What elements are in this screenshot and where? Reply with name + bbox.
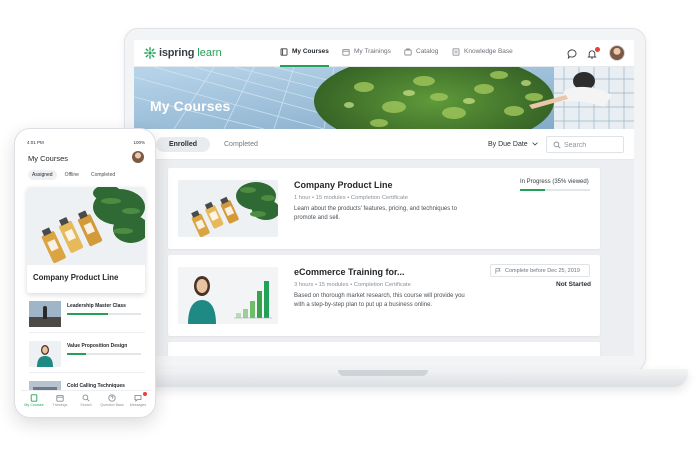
knowledge-base-icon [452, 48, 460, 56]
tab-enrolled[interactable]: Enrolled [156, 137, 210, 152]
mobile-user-avatar[interactable] [132, 151, 144, 163]
course-thumbnail [178, 180, 278, 237]
bottom-nav-label: Question Base [100, 403, 124, 407]
list-item-progress [67, 353, 141, 355]
course-description: Learn about the products' features, pric… [294, 206, 457, 221]
nav-tab-my-trainings[interactable]: My Trainings [342, 48, 391, 67]
my-courses-banner: My Courses [134, 67, 634, 129]
nav-tab-label: Catalog [416, 48, 439, 55]
status-time: 4:01 PM [27, 140, 44, 145]
list-item-title: Value Proposition Design [67, 343, 128, 349]
list-item-title: Leadership Master Class [67, 303, 126, 309]
user-avatar[interactable] [609, 45, 625, 61]
bottom-nav-label: My Courses [24, 403, 44, 407]
search-input[interactable] [564, 140, 622, 150]
bottom-nav-label: Trainings [52, 403, 68, 407]
question-icon [108, 394, 116, 402]
course-status: Not Started [556, 281, 592, 288]
search-icon [82, 394, 90, 402]
calendar-icon [56, 394, 64, 402]
nav-tab-knowledge-base[interactable]: Knowledge Base [452, 48, 513, 67]
course-status: In Progress (35% viewed) [520, 179, 589, 185]
chat-icon[interactable] [567, 49, 577, 59]
mobile-page-title: My Courses [28, 154, 69, 163]
list-item[interactable]: Value Proposition Design [29, 341, 145, 373]
nav-tab-label: My Courses [292, 48, 329, 55]
laptop-notch [338, 370, 428, 376]
featured-course-title: Company Product Line [33, 273, 119, 282]
featured-course-image [27, 187, 145, 265]
sort-label: By Due Date [488, 141, 528, 148]
mobile-tab-assigned[interactable]: Assigned [28, 170, 57, 180]
course-thumbnail [29, 301, 61, 327]
bottom-nav-messages[interactable]: Messages [125, 394, 151, 407]
search-icon [553, 141, 561, 149]
due-date-text: Complete before Dec 25, 2019 [505, 267, 580, 274]
list-item-title: Cold Calling Techniques [67, 383, 125, 389]
notification-badge [595, 47, 600, 52]
course-card[interactable] [168, 342, 600, 356]
course-meta: 3 hours • 15 modules • Completion Certif… [294, 282, 411, 288]
course-title[interactable]: Company Product Line [294, 180, 393, 190]
messages-badge [143, 392, 147, 396]
nav-tab-my-courses[interactable]: My Courses [280, 48, 329, 67]
bottom-nav-question-base[interactable]: Question Base [99, 394, 125, 407]
list-item-progress [67, 313, 141, 315]
desktop-screen: ispring learn My Courses My Trainings Ca… [134, 40, 634, 356]
divider [29, 332, 145, 333]
course-thumbnail [178, 267, 278, 324]
app-logo[interactable]: ispring learn [144, 47, 222, 59]
mobile-tab-offline[interactable]: Offline [61, 170, 83, 180]
mobile-screen: 4:01 PM 100% My Courses Assigned Offline… [21, 137, 151, 413]
divider [29, 372, 145, 373]
phone-frame: 4:01 PM 100% My Courses Assigned Offline… [14, 128, 156, 418]
list-item-progress-fill [67, 353, 86, 355]
chevron-down-icon [531, 142, 538, 146]
book-icon [30, 394, 38, 402]
mobile-tabs: Assigned Offline Completed [28, 170, 119, 180]
message-icon [134, 394, 142, 402]
mobile-tab-completed[interactable]: Completed [87, 170, 119, 180]
course-meta: 1 hour • 15 modules • Completion Certifi… [294, 195, 408, 201]
status-battery: 100% [133, 140, 145, 145]
tab-completed[interactable]: Completed [224, 141, 258, 148]
sort-dropdown[interactable]: By Due Date [488, 141, 538, 148]
bottom-nav-trainings[interactable]: Trainings [47, 394, 73, 407]
course-card[interactable]: Company Product Line 1 hour • 15 modules… [168, 168, 600, 249]
nav-tab-label: Knowledge Base [464, 48, 513, 55]
book-icon [280, 48, 288, 56]
bottom-nav-my-courses[interactable]: My Courses [21, 394, 47, 407]
nav-tab-catalog[interactable]: Catalog [404, 48, 438, 67]
due-date-chip: Complete before Dec 25, 2019 [490, 264, 590, 277]
course-description: Based on thorough market research, this … [294, 293, 465, 308]
course-thumbnail [29, 341, 61, 367]
course-progress-fill [520, 189, 545, 191]
calendar-icon [342, 48, 350, 56]
ispring-logo-icon [144, 47, 156, 59]
search-box [546, 136, 624, 153]
logo-text-ispring: ispring [159, 47, 195, 59]
bottom-nav-search[interactable]: Search [73, 394, 99, 407]
mobile-bottom-nav: My Courses Trainings Search Question Bas… [21, 390, 151, 413]
course-progress-bar [520, 189, 590, 191]
list-item[interactable]: Leadership Master Class [29, 301, 145, 333]
nav-tab-label: My Trainings [354, 48, 391, 55]
catalog-icon [404, 48, 412, 56]
bottom-nav-label: Search [80, 403, 92, 407]
course-title[interactable]: eCommerce Training for... [294, 267, 405, 277]
flag-icon [495, 268, 501, 274]
banner-title: My Courses [150, 98, 231, 114]
course-card[interactable]: eCommerce Training for... 3 hours • 15 m… [168, 255, 600, 336]
app-header: ispring learn My Courses My Trainings Ca… [134, 40, 634, 67]
courses-toolbar: Enrolled Completed By Due Date [134, 129, 634, 160]
list-item-progress-fill [67, 313, 108, 315]
featured-course-card[interactable]: Company Product Line [27, 187, 145, 293]
bottom-nav-label: Messages [129, 403, 147, 407]
logo-text-learn: learn [197, 47, 222, 59]
